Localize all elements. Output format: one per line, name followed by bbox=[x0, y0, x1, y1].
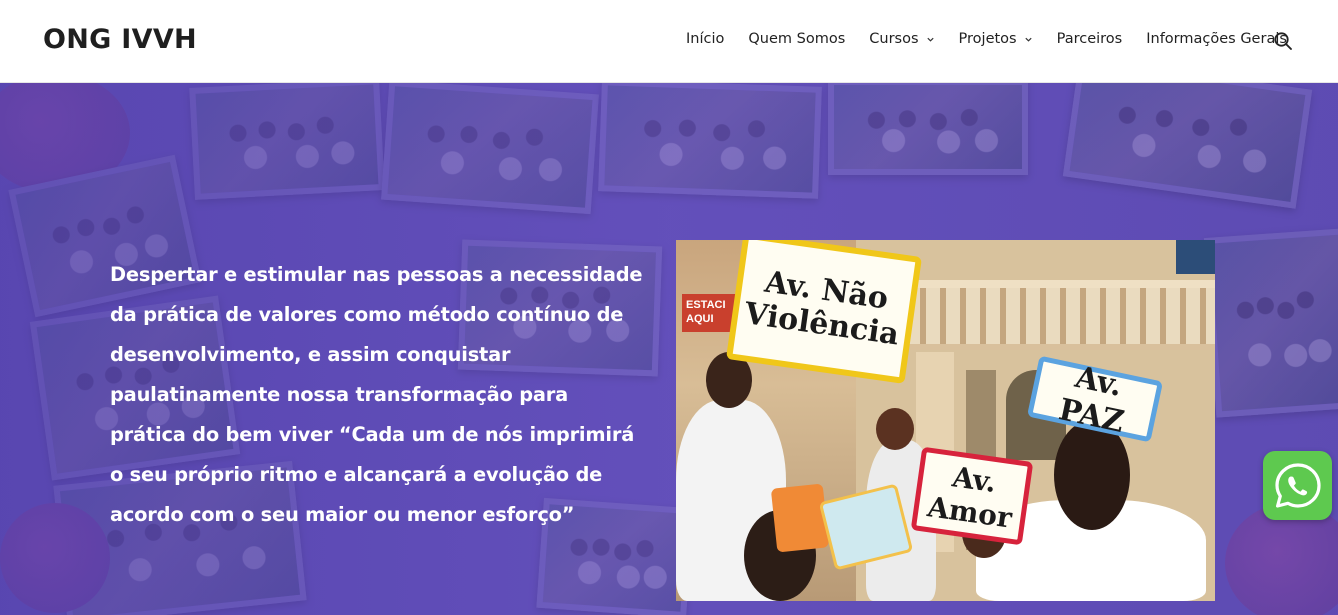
chevron-down-icon bbox=[1024, 37, 1032, 42]
main-nav: Início Quem Somos Cursos Projetos Parcei… bbox=[686, 31, 1311, 47]
sign-nao-violencia: Av. Não Violência bbox=[725, 240, 923, 384]
orange-poster bbox=[770, 483, 830, 553]
mission-statement: Despertar e estimular nas pessoas a nece… bbox=[110, 263, 643, 526]
building-balustrade bbox=[906, 280, 1215, 350]
blue-street-sign bbox=[1176, 240, 1215, 274]
chevron-down-icon bbox=[926, 37, 934, 42]
nav-item-label: Parceiros bbox=[1056, 31, 1123, 47]
site-header: ONG IVVH Início Quem Somos Cursos Projet… bbox=[0, 0, 1338, 83]
hero-banner: Despertar e estimular nas pessoas a nece… bbox=[0, 83, 1338, 615]
nav-item-informacoes-gerais[interactable]: Informações Gerais bbox=[1146, 31, 1287, 47]
nav-item-label: Quem Somos bbox=[748, 31, 846, 47]
protester-head bbox=[876, 408, 914, 450]
nav-item-cursos[interactable]: Cursos bbox=[869, 31, 934, 47]
nav-item-label: Projetos bbox=[958, 31, 1017, 47]
nav-item-label: Informações Gerais bbox=[1146, 31, 1287, 47]
nav-item-quem-somos[interactable]: Quem Somos bbox=[748, 31, 845, 47]
nav-item-label: Cursos bbox=[869, 31, 919, 47]
sign-amor: Av. Amor bbox=[910, 446, 1034, 546]
nav-item-parceiros[interactable]: Parceiros bbox=[1057, 31, 1123, 47]
nav-item-inicio[interactable]: Início bbox=[686, 31, 724, 47]
featured-photo-peace-march: ESTACI AQUI Av. Não Violência Av. PAZ Av… bbox=[676, 240, 1215, 601]
nav-item-projetos[interactable]: Projetos bbox=[959, 31, 1033, 47]
site-logo[interactable]: ONG IVVH bbox=[43, 24, 197, 55]
whatsapp-icon bbox=[1274, 462, 1321, 508]
nav-item-label: Início bbox=[686, 31, 725, 47]
whatsapp-button[interactable] bbox=[1263, 451, 1332, 520]
search-icon[interactable] bbox=[1273, 31, 1293, 51]
